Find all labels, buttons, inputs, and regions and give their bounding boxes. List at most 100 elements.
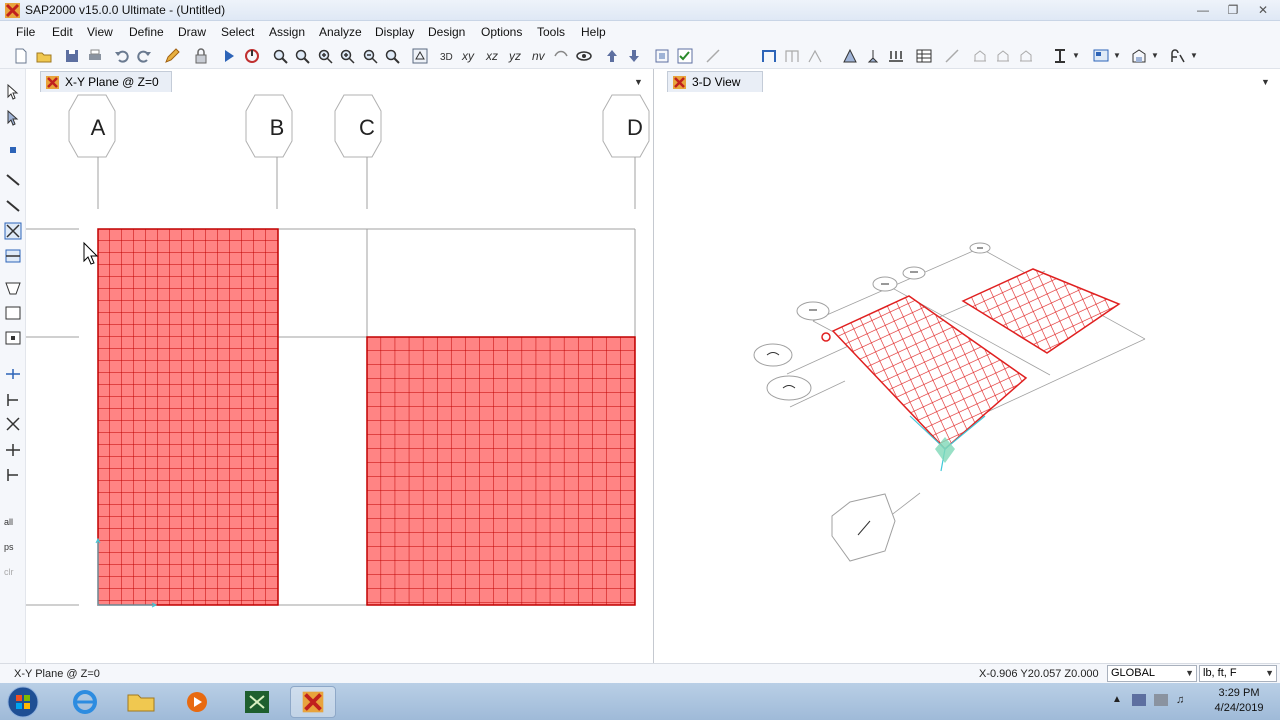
undo-icon[interactable] <box>113 47 131 65</box>
menu-file[interactable]: File <box>16 25 35 39</box>
move-down-icon[interactable] <box>625 47 643 65</box>
sap2000-app-icon[interactable] <box>290 686 336 718</box>
draw-joint-icon[interactable] <box>4 141 22 159</box>
menu-draw[interactable]: Draw <box>178 25 206 39</box>
taskbar-clock[interactable]: 3:29 PM 4/24/2019 <box>1200 686 1278 716</box>
assign-icon[interactable] <box>841 47 859 65</box>
draw-rect-area-icon[interactable] <box>4 304 22 322</box>
pane-dropdown-icon[interactable]: ▼ <box>1261 77 1271 87</box>
internet-explorer-icon[interactable] <box>62 686 108 718</box>
function-icon[interactable] <box>1168 47 1186 65</box>
tab-3d-view[interactable]: 3-D View <box>667 71 763 92</box>
zoom-window-icon[interactable] <box>271 47 289 65</box>
file-explorer-icon[interactable] <box>118 686 164 718</box>
deformed-shape-icon[interactable] <box>943 47 961 65</box>
draw-frame-line-icon[interactable] <box>4 171 22 189</box>
draw-frame-quick-icon[interactable] <box>783 47 801 65</box>
plan-view-pane[interactable]: X-Y Plane @ Z=0 ▼ A B C D <box>26 69 654 663</box>
lock-icon[interactable] <box>192 47 210 65</box>
tab-xy-plane[interactable]: X-Y Plane @ Z=0 <box>40 71 172 92</box>
tray-expand-icon[interactable]: ▲ <box>1112 694 1122 705</box>
menu-display[interactable]: Display <box>375 25 414 39</box>
run-analysis-icon[interactable] <box>220 47 238 65</box>
draw-poly-area-icon[interactable] <box>4 279 22 297</box>
units-select[interactable]: lb, ft, F ▼ <box>1199 665 1277 682</box>
zoom-in-icon[interactable] <box>316 47 334 65</box>
menu-view[interactable]: View <box>87 25 113 39</box>
snap-lines-icon[interactable] <box>4 466 22 484</box>
draw-secondary-beams-icon[interactable] <box>4 247 22 265</box>
yz-view-button[interactable]: yz <box>509 49 529 67</box>
restraint-icon[interactable] <box>864 47 882 65</box>
load-icon[interactable] <box>887 47 905 65</box>
redo-icon[interactable] <box>135 47 153 65</box>
tray-app-icon[interactable] <box>1132 694 1146 706</box>
menu-tools[interactable]: Tools <box>537 25 565 39</box>
design-icon[interactable] <box>1130 47 1148 65</box>
pointer-icon[interactable] <box>4 83 22 101</box>
object-shrink-icon[interactable] <box>653 47 671 65</box>
coordinate-system-select[interactable]: GLOBAL ▼ <box>1107 665 1197 682</box>
network-icon[interactable] <box>1154 694 1168 706</box>
shell-area-1[interactable] <box>97 228 279 606</box>
menu-design[interactable]: Design <box>428 25 465 39</box>
snap-perpendicular-icon[interactable] <box>4 441 22 459</box>
menu-help[interactable]: Help <box>581 25 606 39</box>
function-dropdown-icon[interactable]: ▼ <box>1190 51 1198 69</box>
3d-shell-area-2[interactable] <box>961 268 1121 354</box>
table-icon[interactable] <box>915 47 933 65</box>
display-options-icon[interactable] <box>1092 47 1110 65</box>
xz-view-button[interactable]: xz <box>486 49 506 67</box>
menu-assign[interactable]: Assign <box>269 25 305 39</box>
minimize-icon[interactable]: — <box>1190 2 1216 18</box>
grid-off-icon[interactable] <box>704 47 722 65</box>
close-icon[interactable]: ✕ <box>1250 2 1276 18</box>
media-player-icon[interactable] <box>174 686 220 718</box>
select-all-button[interactable]: all <box>4 517 22 535</box>
shell-forces-icon[interactable] <box>994 47 1012 65</box>
quick-draw-frame-icon[interactable] <box>4 197 22 215</box>
move-up-icon[interactable] <box>603 47 621 65</box>
quick-draw-area-icon[interactable] <box>4 329 22 347</box>
pane-dropdown-icon[interactable]: ▼ <box>634 77 644 87</box>
pan-icon[interactable] <box>383 47 401 65</box>
previous-selection-button[interactable]: ps <box>4 542 22 560</box>
rubber-band-icon[interactable] <box>552 47 570 65</box>
snap-intersections-icon[interactable] <box>4 415 22 433</box>
volume-icon[interactable]: ♫ <box>1176 694 1184 706</box>
snap-ends-icon[interactable] <box>4 391 22 409</box>
xy-view-button[interactable]: xy <box>462 49 482 67</box>
open-icon[interactable] <box>35 47 53 65</box>
joint-reactions-icon[interactable] <box>1017 47 1035 65</box>
menu-options[interactable]: Options <box>481 25 522 39</box>
zoom-in-step-icon[interactable] <box>338 47 356 65</box>
frame-forces-icon[interactable] <box>971 47 989 65</box>
section-icon[interactable] <box>1051 47 1069 65</box>
show-all-icon[interactable] <box>575 47 593 65</box>
menu-analyze[interactable]: Analyze <box>319 25 362 39</box>
reshape-icon[interactable] <box>4 109 22 127</box>
zoom-fit-icon[interactable] <box>293 47 311 65</box>
save-icon[interactable] <box>63 47 81 65</box>
menu-define[interactable]: Define <box>129 25 164 39</box>
section-dropdown-icon[interactable]: ▼ <box>1072 51 1080 69</box>
3d-view-icon[interactable] <box>411 47 429 65</box>
restore-icon[interactable]: ❐ <box>1220 2 1246 18</box>
display-dropdown-icon[interactable]: ▼ <box>1113 51 1121 69</box>
design-dropdown-icon[interactable]: ▼ <box>1151 51 1159 69</box>
3d-view-canvas[interactable] <box>655 91 1280 663</box>
spreadsheet-app-icon[interactable] <box>234 686 280 718</box>
zoom-out-step-icon[interactable] <box>361 47 379 65</box>
shell-area-2[interactable] <box>366 336 636 606</box>
print-icon[interactable] <box>86 47 104 65</box>
new-model-icon[interactable] <box>12 47 30 65</box>
3d-model-icon[interactable]: 3D <box>438 47 456 65</box>
refresh-view-icon[interactable] <box>243 47 261 65</box>
clear-selection-button[interactable]: clr <box>4 567 22 585</box>
nv-view-button[interactable]: nv <box>532 49 552 67</box>
check-icon[interactable] <box>676 47 694 65</box>
draw-braces-icon[interactable] <box>4 222 22 240</box>
pencil-icon[interactable] <box>163 47 181 65</box>
start-orb-icon[interactable] <box>6 685 40 719</box>
snap-points-icon[interactable] <box>4 365 22 383</box>
